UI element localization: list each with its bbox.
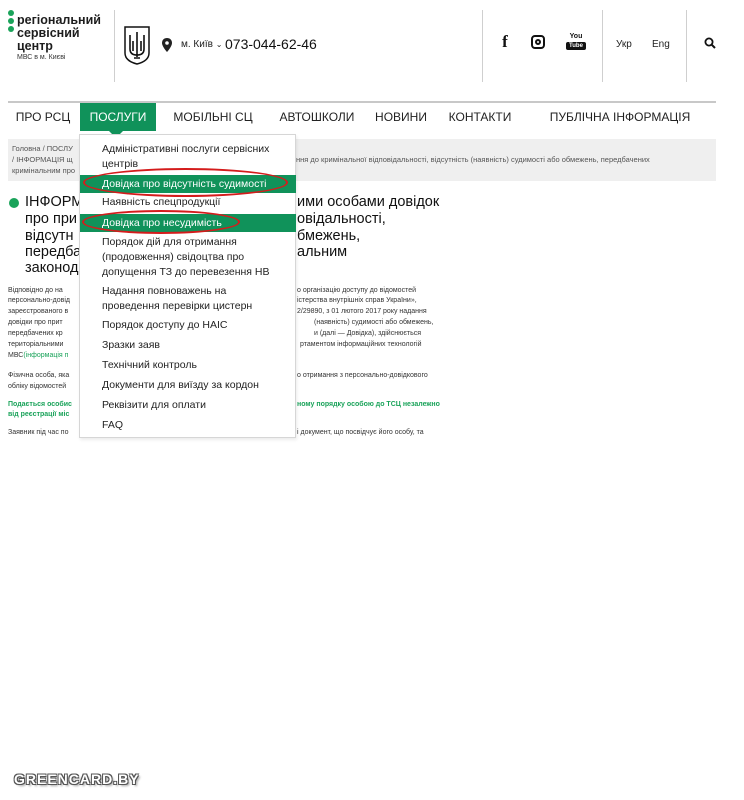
paragraph-line: істерства внутрішніх справ України», <box>297 297 417 304</box>
menu-item-travel-documents[interactable]: Документи для виїзду за кордон <box>102 378 259 393</box>
paragraph-line-highlight: від реєстрації міс <box>8 411 70 418</box>
logo-title: регіональний сервісний центр <box>17 14 101 53</box>
nav-item-public-info[interactable]: ПУБЛІЧНА ІНФОРМАЦІЯ <box>548 103 692 131</box>
paragraph-line-highlight: ному порядку особою до ТСЦ незалежно <box>297 401 440 408</box>
menu-item-special-products[interactable]: Наявність спецпродукції <box>102 195 220 210</box>
header-divider <box>686 10 687 82</box>
site-logo[interactable]: регіональний сервісний центр МВС в м. Ки… <box>8 10 108 70</box>
menu-item-tank-inspection[interactable]: Надання повноважень на проведення переві… <box>102 284 252 314</box>
paragraph-line: передбачених кр <box>8 330 63 337</box>
menu-item-non-conviction-certificate[interactable]: Довідка про несудимість <box>80 214 296 232</box>
paragraph-line: о організацію доступу до відомостей <box>297 287 417 294</box>
logo-subtitle: МВС в м. Києві <box>17 54 66 61</box>
breadcrumb-sep: / <box>12 155 15 164</box>
lang-uk[interactable]: Укр <box>616 39 632 50</box>
paragraph-text: МВС <box>8 352 24 359</box>
facebook-icon[interactable]: f <box>497 33 513 51</box>
chevron-down-icon: ⌄ <box>215 40 223 49</box>
paragraph-line: обліку відомостей <box>8 383 67 390</box>
page-title-line: ими особами довідок <box>297 194 440 210</box>
breadcrumb-current: ІНФОРМАЦІЯ щ <box>16 155 73 164</box>
search-icon[interactable] <box>704 37 716 49</box>
menu-item-label: Адміністративні послуги сервісних <box>102 143 270 155</box>
nav-item-mobile-sc[interactable]: МОБІЛЬНІ СЦ <box>160 103 266 131</box>
breadcrumb-row: / ІНФОРМАЦІЯ щ <box>12 154 73 165</box>
instagram-icon[interactable] <box>531 35 545 49</box>
title-bullet-icon <box>9 198 19 208</box>
nav-item-news[interactable]: НОВИНИ <box>370 103 432 131</box>
menu-item-label: центрів <box>102 158 139 170</box>
header-divider <box>114 10 115 82</box>
menu-item-dangerous-goods-procedure[interactable]: Порядок дій для отримання (продовження) … <box>102 235 270 280</box>
nav-item-contacts[interactable]: КОНТАКТИ <box>444 103 516 131</box>
page-title-line: бмежень, <box>297 228 361 244</box>
paragraph-line: і документ, що посвідчує його особу, та <box>297 429 424 436</box>
menu-item-admin-services[interactable]: Адміністративні послуги сервісних центрі… <box>102 142 269 172</box>
page-title-line: альним <box>297 244 348 260</box>
breadcrumb-row: Головна / ПОСЛУ <box>12 143 73 154</box>
paragraph-line: (наявність) судимості або обмежень, <box>314 319 434 326</box>
paragraph-line: 2/29890, з 01 лютого 2017 року надання <box>297 308 427 315</box>
paragraph-line-highlight: Подається особис <box>8 401 72 408</box>
paragraph-line: Заявник під час по <box>8 429 69 436</box>
phone-number[interactable]: 073-044-62-46 <box>225 36 317 52</box>
menu-item-label: Надання повноважень на <box>102 285 227 297</box>
paragraph-line: и (далі — Довідка), здійснюється <box>314 330 422 337</box>
paragraph-line: персонально-довід <box>8 297 70 304</box>
breadcrumb-section[interactable]: ПОСЛУ <box>47 144 73 153</box>
location-pin-icon <box>162 38 172 52</box>
menu-item-payment-details[interactable]: Реквізити для оплати <box>102 398 206 413</box>
page-title-line: передба <box>25 244 82 260</box>
menu-item-nais-access[interactable]: Порядок доступу до НАІС <box>102 318 228 333</box>
youtube-icon[interactable]: You Tube <box>566 33 586 51</box>
nav-item-about[interactable]: ПРО РСЦ <box>8 103 78 131</box>
menu-item-no-criminal-record-certificate[interactable]: Довідка про відсутність судимості <box>80 175 296 193</box>
breadcrumb-sep: / <box>42 144 45 153</box>
city-selector[interactable]: м. Київ ⌄ <box>181 39 222 50</box>
menu-item-application-forms[interactable]: Зразки заяв <box>102 338 160 353</box>
nav-item-driving-schools[interactable]: АВТОШКОЛИ <box>270 103 364 131</box>
menu-item-faq[interactable]: FAQ <box>102 418 123 433</box>
paragraph-line: Відповідно до на <box>8 287 63 294</box>
main-nav: ПРО РСЦ ПОСЛУГИ МОБІЛЬНІ СЦ АВТОШКОЛИ НО… <box>8 103 716 131</box>
menu-item-label: Порядок дій для отримання <box>102 236 237 248</box>
services-dropdown-menu: Адміністративні послуги сервісних центрі… <box>79 134 296 438</box>
header-divider <box>602 10 603 82</box>
breadcrumb-current-cont: ння до кримінальної відповідальності, ві… <box>296 155 650 164</box>
paragraph-line: МВС(інформація п <box>8 351 68 361</box>
menu-item-technical-control[interactable]: Технічний контроль <box>102 358 197 373</box>
breadcrumb-current-end: кримінальним про <box>12 166 76 175</box>
trident-emblem-icon <box>124 26 150 65</box>
paragraph-line: зареєстрованого в <box>8 308 69 315</box>
page-title-line: відсутн <box>25 228 74 244</box>
page-title-line: овідальності, <box>297 211 386 227</box>
nav-item-services[interactable]: ПОСЛУГИ <box>80 103 156 131</box>
logo-line: центр <box>17 39 53 53</box>
paragraph-line: територіальними <box>8 341 64 348</box>
page-title-line: про при <box>25 211 78 227</box>
menu-item-label: допущення ТЗ до перевезення НВ <box>102 266 270 278</box>
paragraph-line: о отримання з персонально-довідкового <box>297 372 428 379</box>
logo-dots-icon <box>8 10 15 34</box>
paragraph-line: ртаментом інформаційних технологій <box>300 341 422 348</box>
paragraph-line: Фізична особа, яка <box>8 372 70 379</box>
page-title-line: ІНФОРМ <box>25 194 84 210</box>
lang-en[interactable]: Eng <box>652 39 670 50</box>
paragraph-line: довідки про прит <box>8 319 63 326</box>
city-label: м. Київ <box>181 39 213 50</box>
watermark: GREENCARD.BY <box>14 771 140 787</box>
menu-item-label: проведення перевірки цистерн <box>102 300 253 312</box>
youtube-tube: Tube <box>566 42 586 50</box>
youtube-you: You <box>569 33 583 40</box>
page-title-line: законод <box>25 260 79 276</box>
header-divider <box>482 10 483 82</box>
breadcrumb-home[interactable]: Головна <box>12 144 41 153</box>
info-link[interactable]: (інформація п <box>23 352 68 359</box>
menu-item-label: (продовження) свідоцтва про <box>102 251 245 263</box>
